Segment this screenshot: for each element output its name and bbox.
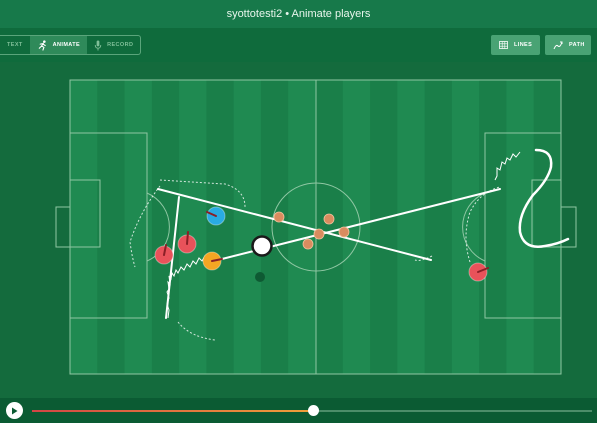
pitch-stripe (479, 80, 507, 374)
play-button[interactable] (6, 402, 23, 419)
mode-switcher: TEXT ANIMATE RECORD (0, 35, 142, 55)
microphone-icon (94, 39, 102, 51)
toolbar: TEXT ANIMATE RECORD LINES PATH (0, 28, 597, 62)
pitch-stripe (451, 80, 480, 374)
football-pitch[interactable] (0, 62, 597, 398)
play-icon (11, 402, 18, 420)
mode-record-button[interactable]: RECORD (87, 36, 140, 54)
grid-icon (499, 41, 508, 49)
pitch-stripe (424, 80, 453, 374)
pitch-stripe (97, 80, 126, 374)
pitch-stripe (315, 80, 344, 374)
path-icon (553, 41, 563, 50)
path-label: PATH (569, 42, 585, 48)
timeline-scrubber[interactable] (308, 405, 320, 416)
pitch-stripes (0, 62, 597, 398)
player-marker-blue[interactable] (206, 206, 226, 226)
opponent-marker[interactable] (323, 213, 335, 225)
lines-button[interactable]: LINES (491, 35, 540, 55)
title-bar: syottotesti2 • Animate players (0, 0, 597, 28)
pitch-stripe (233, 80, 262, 374)
mode-text-button[interactable]: TEXT (0, 36, 30, 54)
timeline-progress (32, 410, 314, 412)
pitch-stripe (397, 80, 426, 374)
pitch-stripe (370, 80, 398, 374)
pitch-stripe (179, 80, 207, 374)
mode-record-label: RECORD (107, 42, 134, 48)
app-window: syottotesti2 • Animate players TEXT ANIM… (0, 0, 597, 423)
window-title: syottotesti2 • Animate players (226, 8, 371, 20)
lines-label: LINES (514, 42, 533, 48)
path-button[interactable]: PATH (545, 35, 591, 55)
pitch-stripe (124, 80, 153, 374)
mode-text-label: TEXT (7, 42, 23, 48)
timeline-bar (0, 398, 597, 423)
player-direction (186, 231, 189, 245)
opponent-marker[interactable] (313, 228, 325, 240)
opponent-marker[interactable] (338, 226, 350, 238)
pitch-stripe (260, 80, 289, 374)
opponent-marker[interactable] (302, 238, 314, 250)
opponent-marker[interactable] (273, 211, 285, 223)
running-player-icon (37, 39, 48, 51)
ball-shadow (255, 272, 265, 282)
mode-animate-button[interactable]: ANIMATE (29, 36, 88, 54)
pitch-stripe (533, 80, 562, 374)
pitch-stripe (206, 80, 235, 374)
ball[interactable] (251, 235, 273, 257)
pitch-stripe (70, 80, 98, 374)
pitch-area[interactable] (0, 62, 597, 398)
mode-animate-label: ANIMATE (52, 42, 81, 48)
